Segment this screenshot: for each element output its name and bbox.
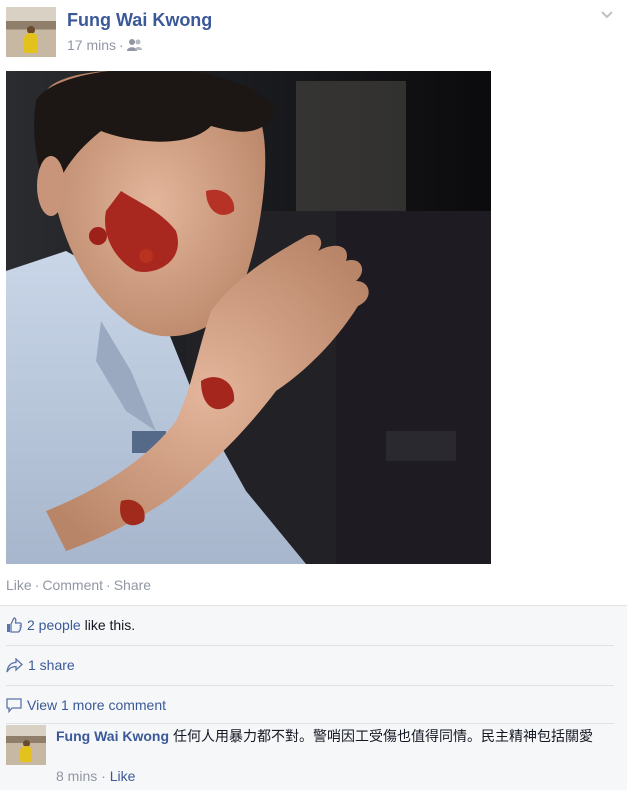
share-button[interactable]: Share — [114, 577, 151, 593]
comment-body: Fung Wai Kwong 任何人用暴力都不對。警哨因工受傷也值得同情。民主精神… — [56, 726, 611, 746]
comment-text: 任何人用暴力都不對。警哨因工受傷也值得同情。民主精神包括關愛 — [173, 728, 594, 744]
author-avatar[interactable] — [6, 7, 56, 57]
shares-link[interactable]: 1 share — [28, 657, 75, 673]
comment-button[interactable]: Comment — [42, 577, 103, 593]
likes-count-link[interactable]: 2 people — [27, 617, 81, 633]
divider — [6, 685, 614, 686]
thumbs-up-icon — [6, 617, 22, 636]
comment-avatar[interactable] — [6, 725, 46, 765]
likes-suffix: like this. — [84, 617, 136, 633]
share-arrow-icon — [6, 657, 23, 676]
comment-author[interactable]: Fung Wai Kwong — [56, 728, 169, 744]
post-time[interactable]: 17 mins — [67, 37, 116, 53]
post-header: Fung Wai Kwong 17 mins · — [0, 0, 627, 70]
post-actions: Like · Comment · Share — [6, 577, 151, 593]
action-separator: · — [34, 577, 40, 593]
post-photo[interactable] — [6, 71, 491, 564]
comment-bubble-icon — [6, 698, 22, 716]
comment-time[interactable]: 8 mins — [56, 768, 97, 784]
divider — [6, 723, 614, 724]
author-name[interactable]: Fung Wai Kwong — [67, 10, 212, 31]
avatar-figure — [24, 33, 38, 53]
action-separator: · — [106, 577, 111, 593]
comment-meta: 8 mins · Like — [56, 768, 136, 784]
divider — [6, 645, 614, 646]
view-more-comments-link[interactable]: View 1 more comment — [27, 697, 166, 713]
friends-icon[interactable] — [126, 38, 143, 55]
chevron-down-icon[interactable] — [601, 8, 613, 20]
post-meta: 17 mins · — [67, 37, 143, 55]
view-more-row: View 1 more comment — [6, 697, 616, 716]
like-button[interactable]: Like — [6, 577, 32, 593]
likes-row: 2 people like this. — [6, 617, 616, 636]
meta-separator: · — [119, 37, 124, 53]
post-photo-image — [6, 71, 491, 564]
shares-row: 1 share — [6, 657, 616, 676]
avatar-figure — [20, 746, 32, 762]
feedback-panel: 2 people like this. 1 share View 1 more … — [0, 605, 627, 790]
comment-like-button[interactable]: Like — [110, 768, 136, 784]
